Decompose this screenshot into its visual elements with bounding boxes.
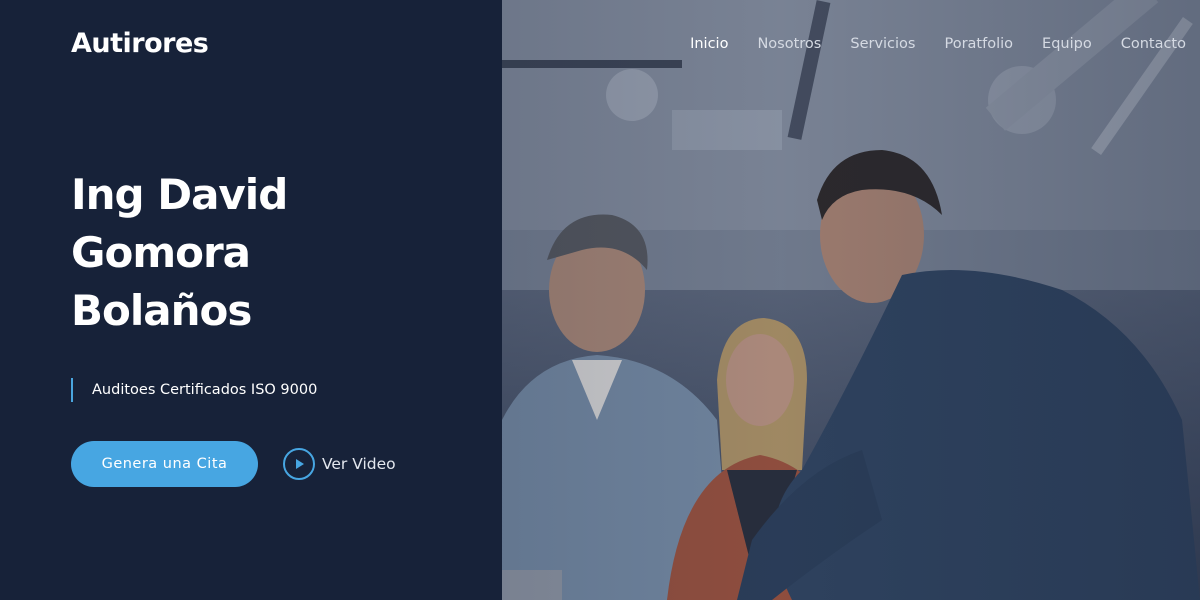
nav-item-contacto[interactable]: Contacto bbox=[1121, 36, 1186, 52]
nav-item-inicio[interactable]: Inicio bbox=[690, 36, 728, 52]
nav-item-nosotros[interactable]: Nosotros bbox=[757, 36, 821, 52]
main-nav: Inicio Nosotros Servicios Poratfolio Equ… bbox=[661, 36, 1186, 52]
hero-subtitle-block: Auditoes Certificados ISO 9000 bbox=[71, 378, 317, 402]
watch-video-link[interactable]: Ver Video bbox=[283, 448, 396, 480]
hero-title-line-2: Gomora bbox=[71, 228, 251, 277]
hero-title-line-1: Ing David bbox=[71, 170, 288, 219]
hero-background-photo bbox=[502, 0, 1200, 600]
site-logo[interactable]: Autirores bbox=[71, 28, 209, 59]
watch-video-label[interactable]: Ver Video bbox=[322, 455, 396, 473]
nav-item-equipo[interactable]: Equipo bbox=[1042, 36, 1092, 52]
hero-title-line-3: Bolaños bbox=[71, 286, 252, 335]
book-appointment-button[interactable]: Genera una Cita bbox=[71, 441, 258, 487]
play-icon[interactable] bbox=[283, 448, 315, 480]
photo-overlay bbox=[502, 0, 1200, 600]
hero-title: Ing David Gomora Bolaños bbox=[71, 166, 491, 340]
nav-item-portafolio[interactable]: Poratfolio bbox=[944, 36, 1013, 52]
hero-subtitle: Auditoes Certificados ISO 9000 bbox=[92, 382, 318, 398]
nav-item-servicios[interactable]: Servicios bbox=[850, 36, 915, 52]
